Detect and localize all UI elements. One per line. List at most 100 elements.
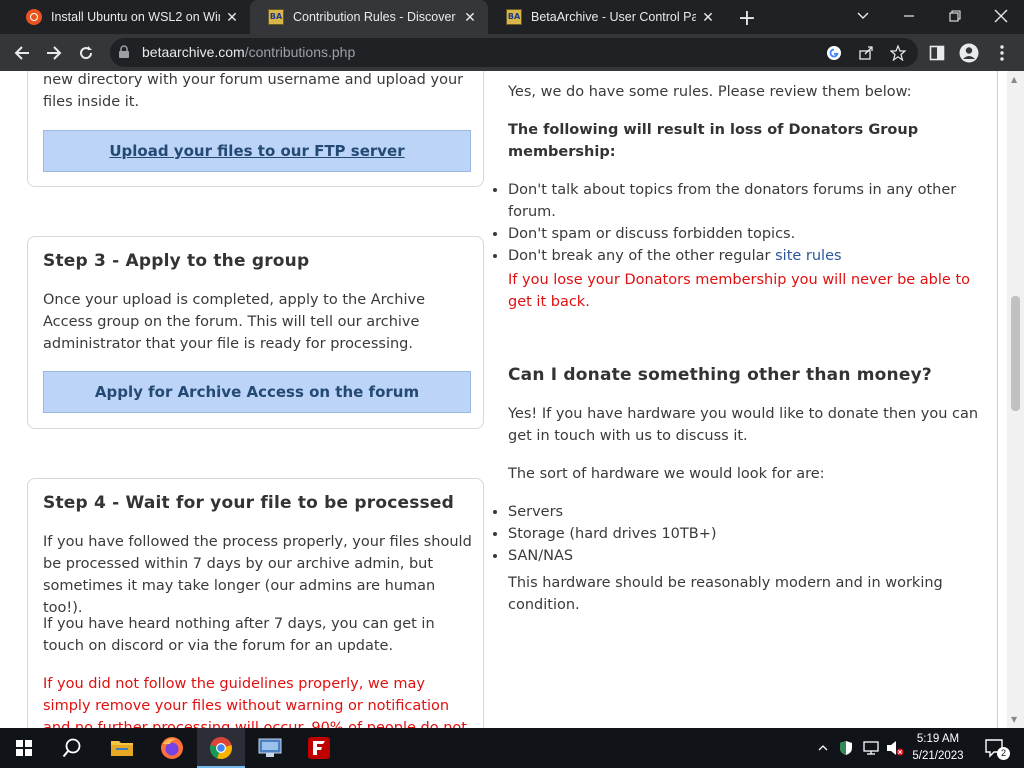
site-rules-link[interactable]: site rules [775,248,841,264]
avatar-icon [959,43,979,63]
close-tab-icon[interactable]: ✕ [220,5,244,29]
rule-text: Don't break any of the other regular [508,248,776,264]
taskbar-chrome[interactable] [197,728,245,768]
list-item: Don't spam or discuss forbidden topics. [508,223,988,245]
step-3-title: Step 3 - Apply to the group [43,251,310,271]
step-4-warning: If you did not follow the guidelines pro… [43,676,467,728]
betaarchive-icon: BA [506,9,522,25]
shield-icon [840,741,852,755]
close-tab-icon[interactable]: ✕ [696,5,720,29]
share-button[interactable] [856,43,876,63]
step-2-text: new directory with your forum username a… [43,72,464,110]
tab-install-ubuntu[interactable]: Install Ubuntu on WSL2 on Wind ✕ [8,0,250,34]
scroll-down-icon[interactable]: ▼ [1011,715,1017,724]
action-center-button[interactable]: 2 [980,728,1010,768]
url-path: /contributions.php [244,44,356,60]
step-4-title: Step 4 - Wait for your file to be proces… [43,493,454,513]
step-4-text-1: If you have followed the process properl… [43,534,472,616]
chrome-menu-button[interactable] [987,38,1017,68]
donate-heading: Can I donate something other than money? [508,365,932,385]
search-button[interactable] [48,728,96,768]
page-scrollbar[interactable]: ▲ ▼ [1007,71,1024,728]
network-icon [863,741,879,755]
google-lens-button[interactable] [824,43,844,63]
step-3-text: Once your upload is completed, apply to … [43,292,425,352]
hardware-list: Servers Storage (hard drives 10TB+) SAN/… [508,501,988,567]
monitor-icon [258,738,282,757]
tab-title: Install Ubuntu on WSL2 on Wind [51,10,220,24]
side-panel-button[interactable] [922,38,952,68]
minimize-icon [904,15,914,17]
step-2-card: new directory with your forum username a… [27,71,484,187]
lock-icon [119,45,129,58]
scrollbar-thumb[interactable] [1011,296,1020,411]
rules-intro: Yes, we do have some rules. Please revie… [508,84,912,100]
chevron-down-icon [857,12,869,19]
list-item: Storage (hard drives 10TB+) [508,523,988,545]
star-icon [890,45,906,61]
firefox-icon [161,737,183,759]
hardware-intro: The sort of hardware we would look for a… [508,466,825,482]
close-window-button[interactable] [978,0,1024,32]
close-tab-icon[interactable]: ✕ [458,5,482,29]
page-content: new directory with your forum username a… [0,71,998,728]
windows-icon [16,740,32,756]
tab-title: Contribution Rules - Discover ho [293,10,458,24]
volume-muted-icon [887,741,904,756]
tray-volume-icon[interactable] [884,728,906,768]
more-vert-icon [1000,45,1004,61]
taskbar-clock[interactable]: 5:19 AM 5/21/2023 [905,731,971,765]
donate-heading-wrap: Can I donate something other than money? [508,365,988,385]
search-icon [62,738,81,758]
forward-button[interactable] [39,38,69,68]
side-panel-icon [929,45,945,61]
restore-button[interactable] [932,0,978,32]
betaarchive-icon: BA [268,9,284,25]
membership-warning: If you lose your Donators membership you… [508,272,971,310]
new-tab-button[interactable]: + [734,5,760,31]
list-item: Servers [508,501,988,523]
clock-date: 5/21/2023 [912,750,964,762]
minimize-button[interactable] [886,0,932,32]
filezilla-icon [308,737,330,759]
chrome-icon [210,737,232,760]
google-icon [827,46,841,60]
address-bar[interactable]: betaarchive.com/contributions.php [110,38,918,67]
tray-network-icon[interactable] [860,728,882,768]
profile-button[interactable] [954,38,984,68]
arrow-left-icon [14,46,29,60]
clock-time: 5:19 AM [916,733,960,745]
start-button[interactable] [0,728,48,768]
taskbar-file-explorer[interactable] [98,728,146,768]
reload-icon [80,46,93,60]
arrow-right-icon [47,46,62,60]
notification-count-badge: 2 [997,747,1010,760]
taskbar-filezilla[interactable] [295,728,343,768]
list-item: Don't talk about topics from the donator… [508,179,988,223]
reload-button[interactable] [71,38,101,68]
folder-icon [111,741,133,756]
tab-user-control-panel[interactable]: BA BetaArchive - User Control Panel ✕ [488,0,726,34]
tray-overflow-button[interactable] [814,728,832,768]
list-item: Don't break any of the other regular sit… [508,245,988,267]
tab-contribution-rules[interactable]: BA Contribution Rules - Discover ho ✕ [250,0,488,34]
apply-archive-access-button[interactable]: Apply for Archive Access on the forum [43,371,471,413]
chevron-up-icon [818,745,828,751]
windows-taskbar: 5:19 AM 5/21/2023 2 [0,728,1024,768]
restore-icon [949,10,961,22]
step-3-card: Step 3 - Apply to the group Once your up… [27,236,484,429]
taskbar-firefox[interactable] [148,728,196,768]
tray-security-icon[interactable] [836,728,856,768]
taskbar-network-app[interactable] [246,728,294,768]
tab-search-button[interactable] [840,0,886,32]
browser-tab-strip: Install Ubuntu on WSL2 on Wind ✕ BA Cont… [0,0,1024,34]
url-text: betaarchive.com/contributions.php [142,44,355,60]
bookmark-button[interactable] [888,43,908,63]
ftp-upload-button[interactable]: Upload your files to our FTP server [43,130,471,172]
browser-toolbar: betaarchive.com/contributions.php [0,34,1024,71]
loss-heading: The following will result in loss of Don… [508,122,919,160]
share-icon [859,46,873,60]
step-4-card: Step 4 - Wait for your file to be proces… [27,478,484,728]
back-button[interactable] [7,38,37,68]
scroll-up-icon[interactable]: ▲ [1011,75,1017,84]
